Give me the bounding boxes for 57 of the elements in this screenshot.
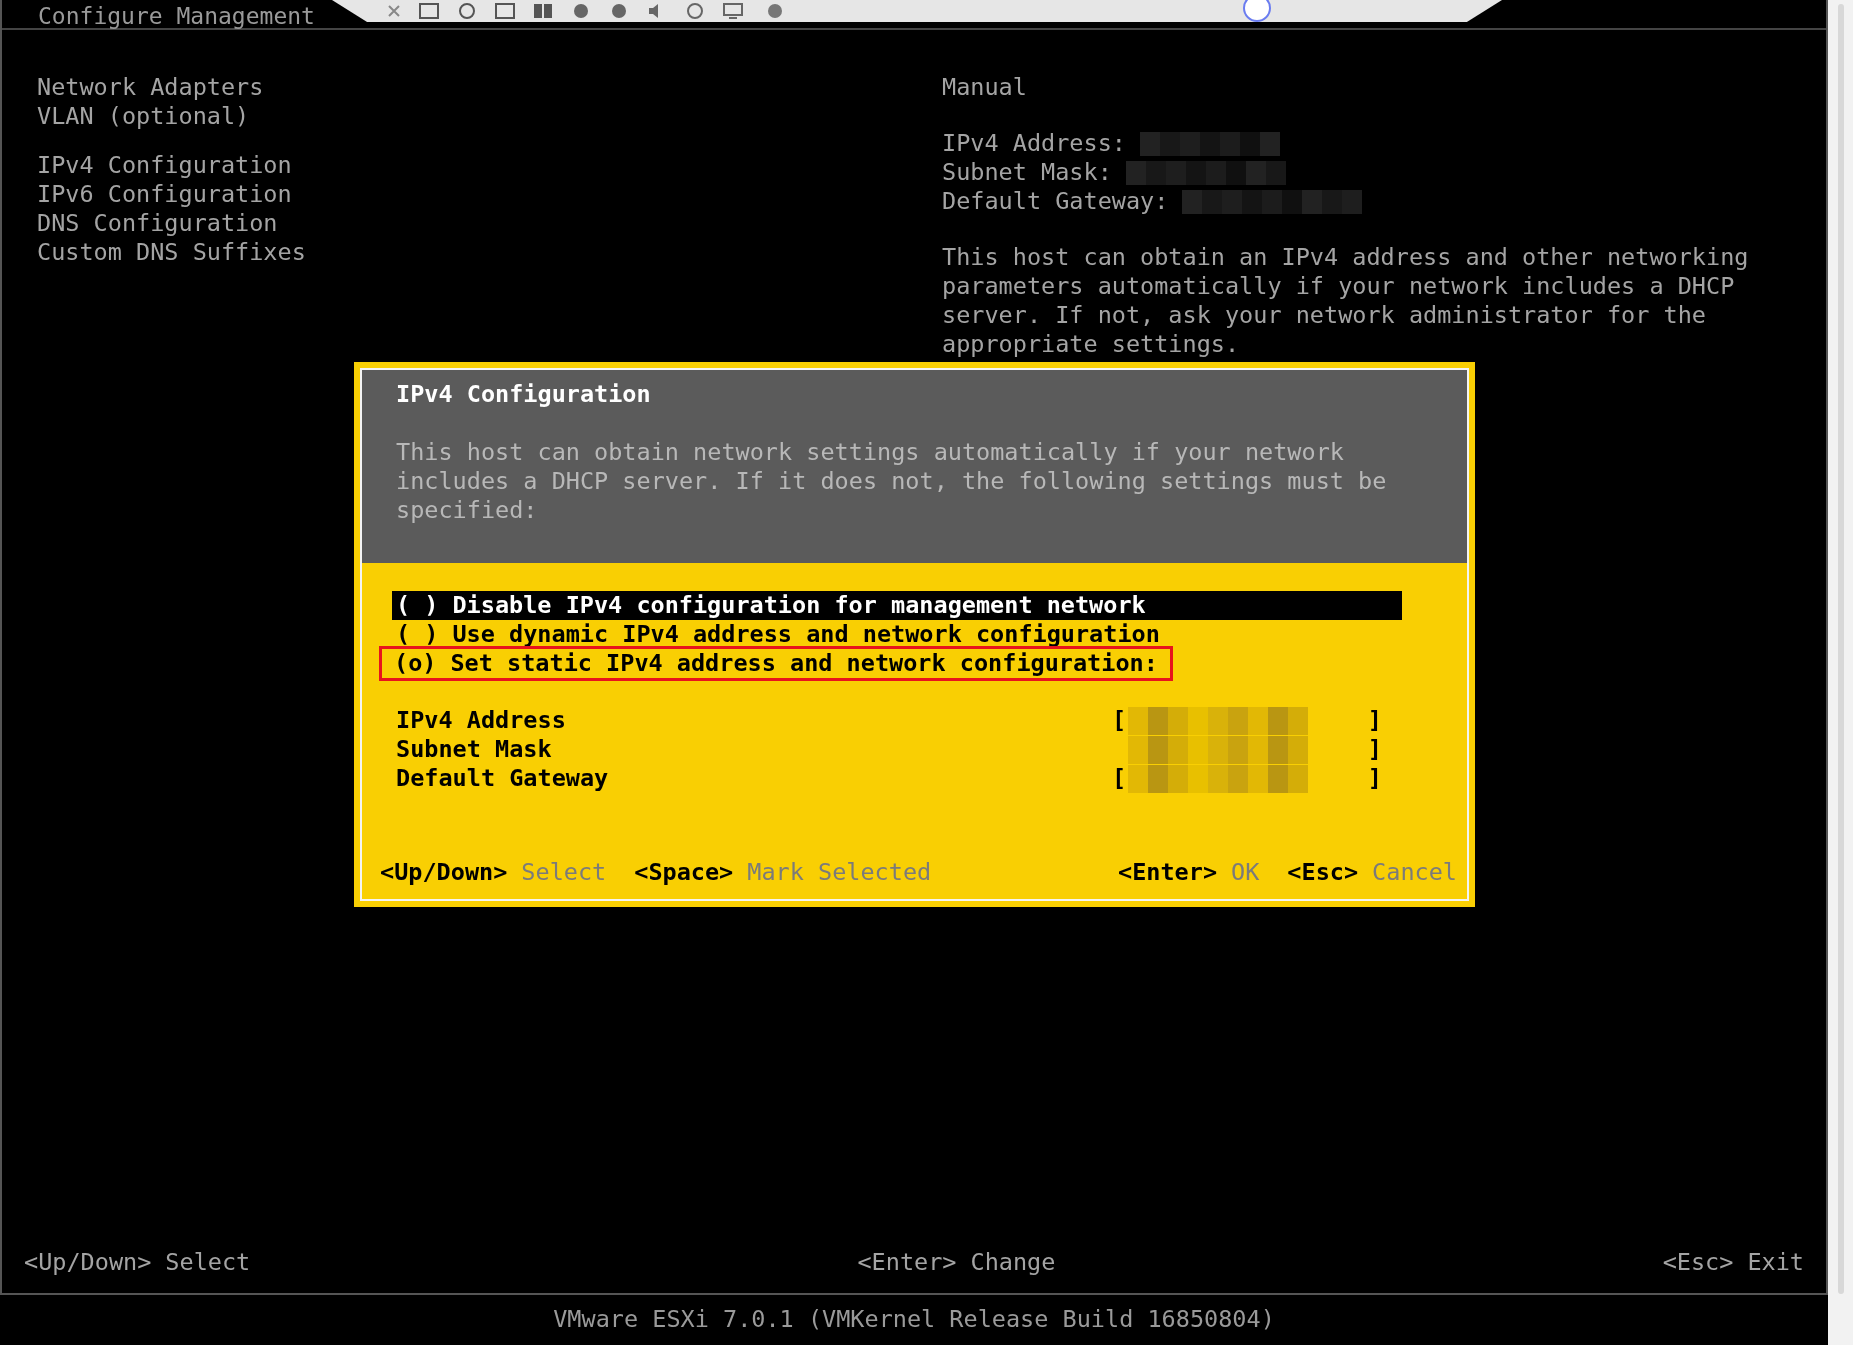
field-label: Default Gateway [395, 764, 610, 793]
bracket: [ [1112, 706, 1128, 735]
key-hint: <Esc> [1662, 1247, 1734, 1279]
mode-value: Manual [942, 73, 1028, 102]
menu-item[interactable]: Network Adapters [37, 73, 264, 102]
key-action: Cancel [1372, 858, 1457, 887]
option-label: Disable IPv4 configuration for management network [452, 591, 1146, 620]
radio-marker: ( ) [396, 591, 439, 620]
square-icon[interactable] [419, 3, 439, 19]
key-hint: <Esc> [1287, 858, 1359, 887]
square-icon[interactable] [495, 3, 515, 19]
close-icon[interactable] [387, 4, 401, 18]
field-label: Subnet Mask: [942, 158, 1112, 187]
key-hint: <Up/Down> [24, 1247, 152, 1279]
status-bar-text: VMware ESXi 7.0.1 (VMKernel Release Build 16850804) [553, 1304, 1275, 1336]
dialog-title: IPv4 Configuration [396, 380, 652, 409]
key-action: Mark Selected [747, 858, 932, 887]
menu-item[interactable]: DNS Configuration [37, 209, 278, 238]
circle-icon[interactable] [765, 3, 785, 19]
field-label: IPv4 Address: [942, 129, 1126, 158]
dialog-description: This host can obtain network settings automatically if your network includes a DHCP server. If it does not, the following settings must be specified: [396, 438, 1388, 525]
radio-option[interactable]: ( ) Use dynamic IPv4 address and network configuration [392, 620, 1402, 649]
option-label: Use dynamic IPv4 address and network configuration [452, 620, 1160, 649]
radio-marker: ( ) [396, 620, 439, 649]
key-hint: <Space> [634, 858, 734, 887]
menu-item[interactable]: Custom DNS Suffixes [37, 238, 306, 267]
description-text: This host can obtain an IPv4 address and other networking parameters automatically if your network includes a DHCP server. If not, ask your network administrator for the appropriate settings. [942, 243, 1750, 359]
key-hint: <Enter> [1118, 858, 1218, 887]
field-label: IPv4 Address [395, 706, 567, 735]
circle-icon[interactable] [685, 3, 705, 19]
circle-icon[interactable] [609, 3, 629, 19]
menu-item[interactable]: IPv4 Configuration [37, 151, 292, 180]
menu-item[interactable]: VLAN (optional) [37, 102, 250, 131]
bracket: ] [1367, 764, 1382, 793]
radio-option[interactable]: ( ) Disable IPv4 configuration for management network [392, 591, 1402, 620]
key-action: Select [165, 1247, 251, 1279]
field-label: Subnet Mask [395, 735, 553, 764]
key-action: Exit [1747, 1247, 1804, 1279]
key-hint: <Up/Down> [380, 858, 508, 887]
key-action: OK [1231, 858, 1260, 887]
circle-icon[interactable] [571, 3, 591, 19]
bracket: [ [1112, 764, 1128, 793]
grid-icon[interactable] [533, 3, 553, 19]
bracket: ] [1367, 735, 1382, 764]
scrollbar[interactable] [1837, 4, 1844, 1294]
key-hint: <Enter> [857, 1247, 957, 1279]
radio-option[interactable]: (o) Set static IPv4 address and network configuration: [382, 649, 1170, 678]
key-action: Select [521, 858, 607, 887]
field-label: Default Gateway: [942, 187, 1169, 216]
option-label: Set static IPv4 address and network configuration: [450, 649, 1158, 678]
radio-marker: (o) [394, 649, 437, 678]
circle-icon[interactable] [457, 3, 477, 19]
menu-item[interactable]: IPv6 Configuration [37, 180, 292, 209]
slider-handle-icon[interactable] [1242, 0, 1272, 22]
screen-title: Configure Management [38, 4, 315, 28]
key-action: Change [970, 1247, 1056, 1279]
bracket: ] [1367, 706, 1382, 735]
